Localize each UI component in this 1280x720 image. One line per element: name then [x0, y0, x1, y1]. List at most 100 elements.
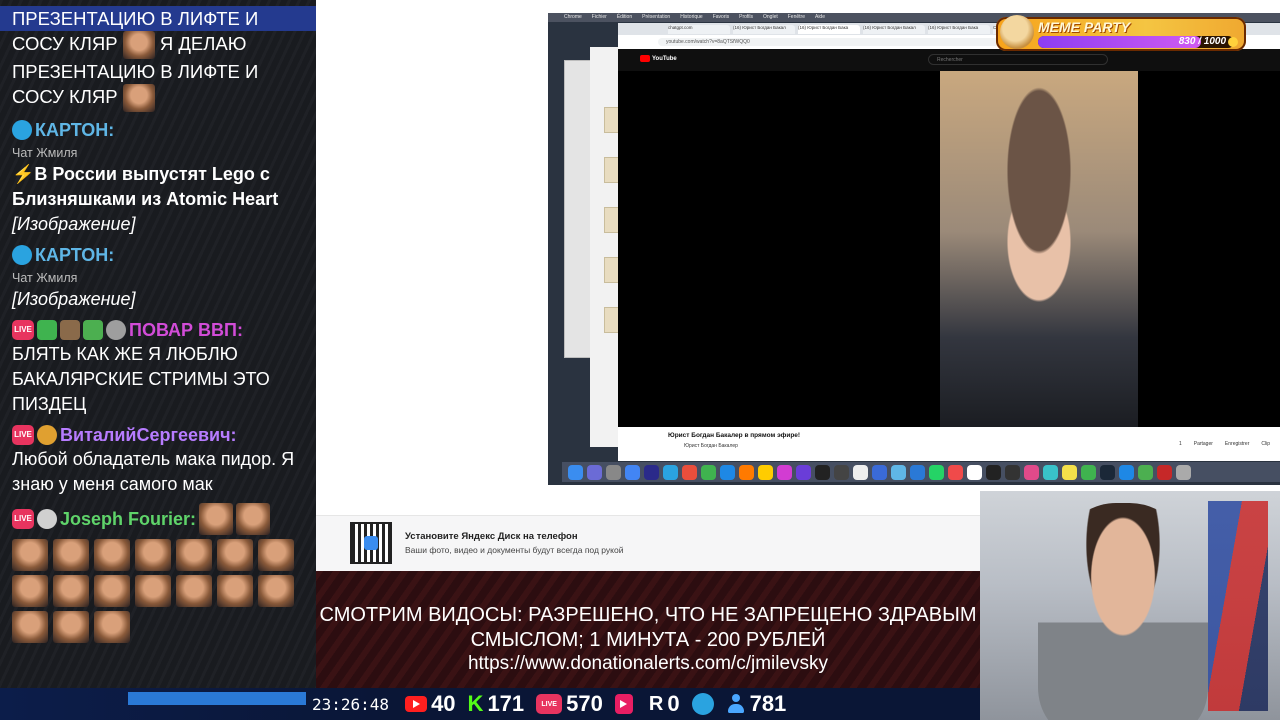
- telegram-icon: [691, 693, 714, 715]
- coin-icon: [1228, 37, 1238, 47]
- app-icon[interactable]: [777, 464, 792, 480]
- chat-line: СОСУ КЛЯР: [12, 84, 312, 113]
- live-badge-icon: LIVE: [12, 320, 34, 341]
- channel-name[interactable]: Юрист Богдан Бакалер: [684, 443, 738, 449]
- app-icon[interactable]: [1119, 464, 1134, 480]
- app-icon[interactable]: [891, 464, 906, 480]
- menu-item[interactable]: Fenêtre: [788, 13, 805, 22]
- app-icon[interactable]: [1062, 464, 1077, 480]
- qr-code-icon: [350, 522, 392, 564]
- menu-item[interactable]: Favoris: [713, 13, 729, 22]
- finder-icon[interactable]: [568, 464, 583, 480]
- app-icon[interactable]: [1081, 464, 1096, 480]
- box-badge-icon: [60, 320, 80, 341]
- youtube-header: YouTube Rechercher: [618, 49, 1280, 71]
- app-icon[interactable]: [1024, 464, 1039, 480]
- app-icon[interactable]: [872, 464, 887, 480]
- app-icon[interactable]: [1157, 464, 1172, 480]
- telegram-dock-icon[interactable]: [663, 464, 678, 480]
- safari-icon[interactable]: [720, 464, 735, 480]
- save-button[interactable]: Enregistrer: [1225, 441, 1249, 447]
- medal-badge-icon: [37, 425, 57, 446]
- settings-icon[interactable]: [606, 464, 621, 480]
- menu-item[interactable]: Fichier: [592, 13, 607, 22]
- menu-item[interactable]: Aide: [815, 13, 825, 22]
- browser-tab[interactable]: (16) Юрист Богдан Бакал: [863, 25, 925, 34]
- app-icon[interactable]: [1043, 464, 1058, 480]
- emote-icon: [217, 539, 253, 572]
- emote-icon: [236, 503, 271, 536]
- youtube-viewers: 40: [405, 691, 456, 717]
- app-icon[interactable]: [682, 464, 697, 480]
- kick-icon: K: [467, 691, 484, 716]
- steam-icon[interactable]: [1100, 464, 1115, 480]
- emote-icon: [135, 575, 171, 608]
- video-player[interactable]: [618, 71, 1280, 427]
- trovo-icon: [614, 694, 633, 714]
- video-frame: [940, 71, 1138, 427]
- menu-item[interactable]: Onglet: [763, 13, 778, 22]
- donation-banner: СМОТРИМ ВИДОСЫ: РАЗРЕШЕНО, ЧТО НЕ ЗАПРЕЩ…: [316, 571, 980, 688]
- app-icon[interactable]: [929, 464, 944, 480]
- app-icon[interactable]: [644, 464, 659, 480]
- banner-url[interactable]: https://www.donationalerts.com/c/jmilevs…: [316, 653, 980, 675]
- telegram-indicator: [691, 693, 714, 715]
- menu-item[interactable]: Édition: [617, 13, 632, 22]
- youtube-search-input[interactable]: Rechercher: [928, 54, 1108, 65]
- yandex-icon[interactable]: [758, 464, 773, 480]
- chat-line: ПРЕЗЕНТАЦИЮ В ЛИФТЕ И: [0, 6, 316, 31]
- chrome-icon[interactable]: [625, 464, 640, 480]
- terminal-icon[interactable]: [1005, 464, 1020, 480]
- clip-button[interactable]: Clip: [1261, 441, 1270, 447]
- chat-author: КАРТОН:: [12, 118, 312, 142]
- user-icon: [726, 694, 746, 714]
- telegram-icon: [12, 120, 32, 141]
- app-icon[interactable]: [701, 464, 716, 480]
- browser-tab[interactable]: chatgpt.com: [668, 25, 730, 34]
- gift-badge-icon: [83, 320, 103, 341]
- emote-spam: [12, 539, 312, 644]
- emote-icon: [53, 611, 89, 644]
- app-icon[interactable]: [986, 464, 1001, 480]
- telegram-icon: [12, 245, 32, 266]
- meme-party-widget: MEME PARTY 830 / 1000: [996, 15, 1246, 51]
- menu-item[interactable]: Historique: [680, 13, 703, 22]
- emote-icon: [135, 539, 171, 572]
- calendar-icon[interactable]: [967, 464, 982, 480]
- browser-tab[interactable]: (16) Юрист Богдан Бака: [928, 25, 990, 34]
- emote-icon: [94, 539, 130, 572]
- like-button[interactable]: 1: [1179, 441, 1182, 447]
- chat-line: ПРЕЗЕНТАЦИЮ В ЛИФТЕ И: [12, 61, 259, 83]
- app-icon[interactable]: [1138, 464, 1153, 480]
- yandex-disk-promo[interactable]: Установите Яндекс Диск на телефон Ваши ф…: [316, 515, 980, 572]
- app-icon[interactable]: [910, 464, 925, 480]
- chat-source: Чат Жмиля: [12, 146, 78, 161]
- browser-tab[interactable]: (16) Юрист Богдан Бакал: [733, 25, 795, 34]
- mac-dock: [562, 462, 1280, 482]
- promo-title: Установите Яндекс Диск на телефон: [405, 531, 578, 542]
- app-icon[interactable]: [948, 464, 963, 480]
- launchpad-icon[interactable]: [587, 464, 602, 480]
- menu-item[interactable]: Profils: [739, 13, 753, 22]
- app-icon[interactable]: [834, 464, 849, 480]
- chat-message: КАРТОН: Чат Жмиля ⚡В России выпустят Leg…: [12, 118, 312, 237]
- screen-share: Chrome Fichier Édition Présentation Hist…: [548, 13, 1280, 485]
- app-icon[interactable]: [853, 464, 868, 480]
- app-icon[interactable]: [796, 464, 811, 480]
- browser-tab-active[interactable]: (16) Юрист Богдан Бака: [798, 25, 860, 34]
- emote-icon: [12, 539, 48, 572]
- meme-party-title: MEME PARTY: [1038, 19, 1131, 35]
- menu-item[interactable]: Présentation: [642, 13, 670, 22]
- live-badge-icon: LIVE: [12, 509, 34, 530]
- emote-icon: [258, 539, 294, 572]
- app-icon[interactable]: [815, 464, 830, 480]
- emote-icon: [217, 575, 253, 608]
- menu-item[interactable]: Chrome: [564, 13, 582, 22]
- share-button[interactable]: Partager: [1194, 441, 1213, 447]
- live-badge-icon: LIVE: [12, 425, 34, 446]
- chat-overlay: ПРЕЗЕНТАЦИЮ В ЛИФТЕ И СОСУ КЛЯР Я ДЕЛАЮ …: [0, 0, 316, 720]
- promo-subtitle: Ваши фото, видео и документы будут всегд…: [405, 545, 624, 555]
- firefox-icon[interactable]: [739, 464, 754, 480]
- youtube-logo[interactable]: YouTube: [640, 55, 677, 62]
- trash-icon[interactable]: [1176, 464, 1191, 480]
